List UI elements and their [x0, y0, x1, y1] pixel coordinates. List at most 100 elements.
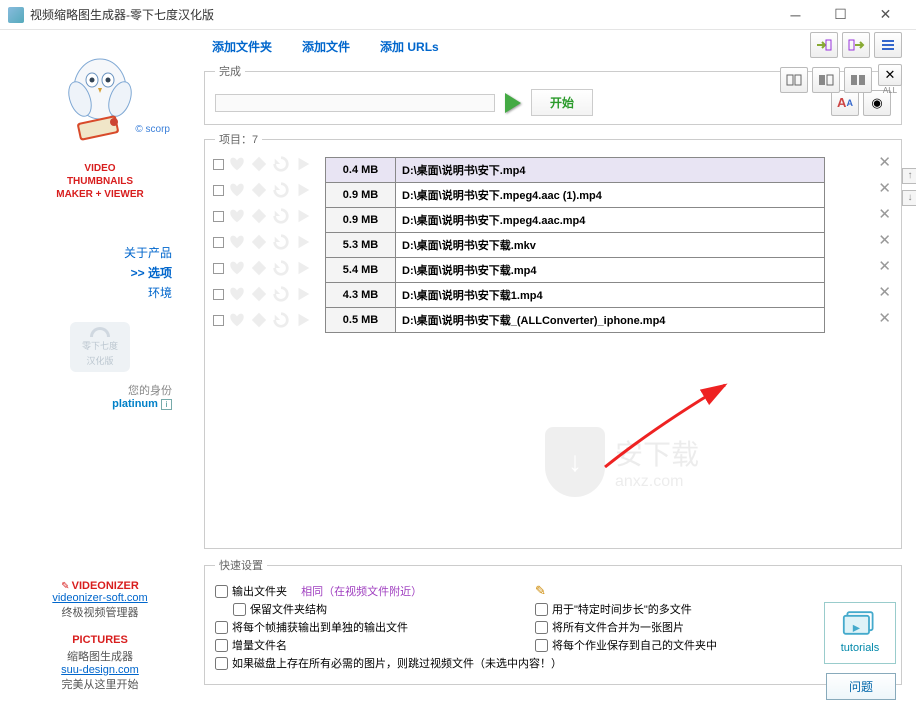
merge-all-checkbox[interactable]	[535, 621, 548, 634]
delete-row-button[interactable]: ✕	[878, 179, 891, 197]
keep-struct-checkbox[interactable]	[233, 603, 246, 616]
refresh-icon[interactable]	[272, 181, 290, 199]
row-actions	[213, 155, 312, 173]
heart-icon[interactable]	[228, 233, 246, 251]
out-folder-checkbox[interactable]	[215, 585, 228, 598]
each-frame-checkbox[interactable]	[215, 621, 228, 634]
heart-icon[interactable]	[228, 311, 246, 329]
delete-row-button[interactable]: ✕	[878, 231, 891, 249]
play-row-icon[interactable]	[294, 207, 312, 225]
row-actions	[213, 207, 312, 225]
skip-if-checkbox[interactable]	[215, 657, 228, 670]
app-name: VIDEOTHUMBNAILSMAKER + VIEWER	[56, 162, 144, 201]
tutorials-button[interactable]: tutorials	[824, 602, 896, 664]
file-path: D:\桌面\说明书\安下载.mkv	[396, 233, 825, 258]
file-size: 0.4 MB	[326, 158, 396, 183]
list-button[interactable]	[874, 32, 902, 58]
menu-env[interactable]: 环境	[10, 284, 172, 301]
menu-about[interactable]: 关于产品	[10, 244, 172, 261]
heart-icon[interactable]	[228, 285, 246, 303]
window-title: 视频缩略图生成器-零下七度汉化版	[30, 6, 773, 23]
diamond-icon[interactable]	[250, 285, 268, 303]
start-button[interactable]: 开始	[531, 89, 593, 116]
add-folder-link[interactable]: 添加文件夹	[212, 38, 272, 55]
delete-row-button[interactable]: ✕	[878, 257, 891, 275]
diamond-icon[interactable]	[250, 233, 268, 251]
heart-icon[interactable]	[228, 155, 246, 173]
refresh-icon[interactable]	[272, 311, 290, 329]
delete-row-button[interactable]: ✕	[878, 205, 891, 223]
save-each-checkbox[interactable]	[535, 639, 548, 652]
table-row[interactable]: 0.4 MBD:\桌面\说明书\安下.mp4	[326, 158, 825, 183]
clear-all-button[interactable]: ✕	[878, 64, 902, 86]
table-row[interactable]: 0.9 MBD:\桌面\说明书\安下.mpeg4.aac (1).mp4	[326, 183, 825, 208]
play-row-icon[interactable]	[294, 259, 312, 277]
select-mode-3[interactable]	[844, 67, 872, 93]
timestep-checkbox[interactable]	[535, 603, 548, 616]
file-path: D:\桌面\说明书\安下载_(ALLConverter)_iphone.mp4	[396, 308, 825, 333]
scroll-down-button[interactable]: ↓	[902, 190, 916, 206]
bottom-links: ✎ VIDEONIZER videonizer-soft.com 终极视频管理器…	[52, 580, 147, 706]
maximize-button[interactable]: ☐	[818, 0, 863, 30]
menu-options[interactable]: >> 选项	[10, 264, 172, 281]
file-size: 5.4 MB	[326, 258, 396, 283]
row-checkbox[interactable]	[213, 263, 224, 274]
import-button[interactable]	[810, 32, 838, 58]
row-checkbox[interactable]	[213, 237, 224, 248]
export-button[interactable]	[842, 32, 870, 58]
question-button[interactable]: 问题	[826, 673, 896, 700]
play-row-icon[interactable]	[294, 181, 312, 199]
table-row[interactable]: 0.9 MBD:\桌面\说明书\安下.mpeg4.aac.mp4	[326, 208, 825, 233]
row-checkbox[interactable]	[213, 185, 224, 196]
videonizer-link[interactable]: videonizer-soft.com	[52, 592, 147, 604]
delete-row-button[interactable]: ✕	[878, 283, 891, 301]
diamond-icon[interactable]	[250, 155, 268, 173]
progress-bar	[215, 94, 495, 112]
heart-icon[interactable]	[228, 259, 246, 277]
info-icon[interactable]: i	[161, 399, 172, 410]
row-checkbox[interactable]	[213, 315, 224, 326]
main-content: 添加文件夹 添加文件 添加 URLs ✕ ALL 完成 开始	[200, 30, 916, 720]
file-path: D:\桌面\说明书\安下.mpeg4.aac.mp4	[396, 208, 825, 233]
scroll-up-button[interactable]: ↑	[902, 168, 916, 184]
diamond-icon[interactable]	[250, 311, 268, 329]
play-icon[interactable]	[505, 93, 521, 113]
row-actions	[213, 233, 312, 251]
row-checkbox[interactable]	[213, 211, 224, 222]
minimize-button[interactable]: ─	[773, 0, 818, 30]
refresh-icon[interactable]	[272, 207, 290, 225]
file-size: 0.5 MB	[326, 308, 396, 333]
add-urls-link[interactable]: 添加 URLs	[380, 38, 439, 55]
row-checkbox[interactable]	[213, 159, 224, 170]
refresh-icon[interactable]	[272, 233, 290, 251]
diamond-icon[interactable]	[250, 259, 268, 277]
heart-icon[interactable]	[228, 181, 246, 199]
table-row[interactable]: 4.3 MBD:\桌面\说明书\安下载1.mp4	[326, 283, 825, 308]
play-row-icon[interactable]	[294, 285, 312, 303]
close-button[interactable]: ✕	[863, 0, 908, 30]
inc-name-checkbox[interactable]	[215, 639, 228, 652]
refresh-icon[interactable]	[272, 285, 290, 303]
delete-row-button[interactable]: ✕	[878, 309, 891, 327]
diamond-icon[interactable]	[250, 207, 268, 225]
play-row-icon[interactable]	[294, 155, 312, 173]
app-icon	[8, 7, 24, 23]
heart-icon[interactable]	[228, 207, 246, 225]
suu-design-link[interactable]: suu-design.com	[52, 664, 147, 676]
select-mode-2[interactable]	[812, 67, 840, 93]
refresh-icon[interactable]	[272, 155, 290, 173]
diamond-icon[interactable]	[250, 181, 268, 199]
table-row[interactable]: 5.3 MBD:\桌面\说明书\安下载.mkv	[326, 233, 825, 258]
play-row-icon[interactable]	[294, 233, 312, 251]
watermark: ↓ 安下载anxz.com	[545, 427, 699, 497]
play-row-icon[interactable]	[294, 311, 312, 329]
refresh-icon[interactable]	[272, 259, 290, 277]
pencil-icon[interactable]: ✎	[535, 583, 546, 599]
select-mode-1[interactable]	[780, 67, 808, 93]
table-row[interactable]: 5.4 MBD:\桌面\说明书\安下载.mp4	[326, 258, 825, 283]
delete-row-button[interactable]: ✕	[878, 153, 891, 171]
table-row[interactable]: 0.5 MBD:\桌面\说明书\安下载_(ALLConverter)_iphon…	[326, 308, 825, 333]
row-actions	[213, 181, 312, 199]
add-file-link[interactable]: 添加文件	[302, 38, 350, 55]
row-checkbox[interactable]	[213, 289, 224, 300]
